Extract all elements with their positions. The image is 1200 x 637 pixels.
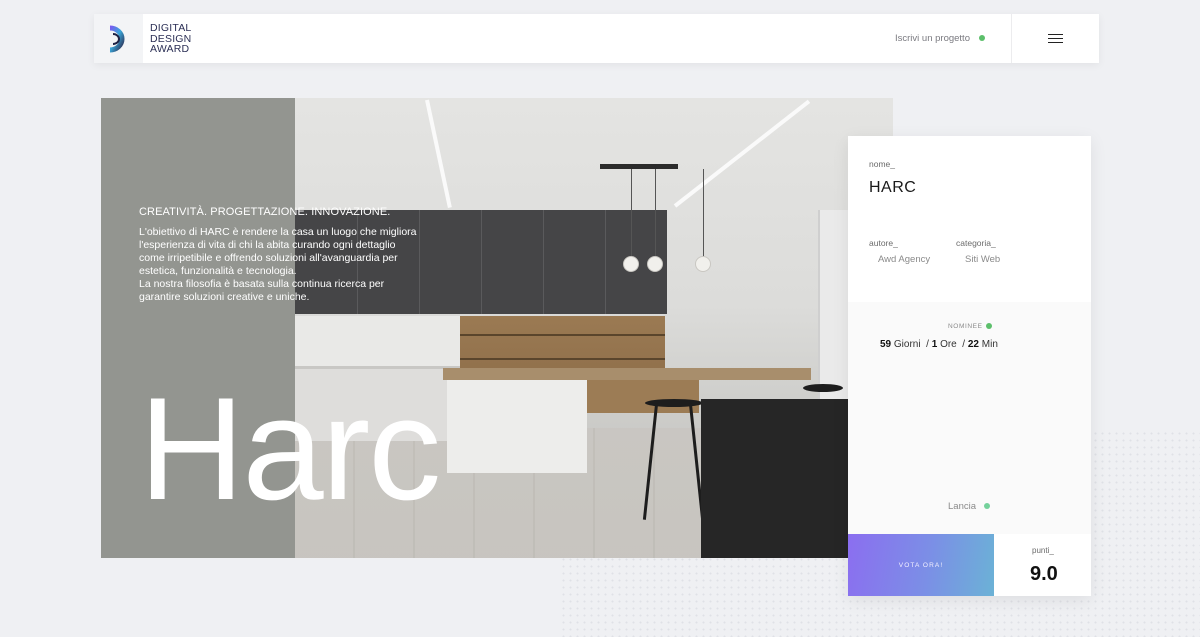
logo-wordmark[interactable]: DIGITAL DESIGN AWARD <box>150 23 191 55</box>
author-link[interactable]: Awd Agency <box>878 254 930 265</box>
countdown-days-unit: Giorni <box>893 339 921 350</box>
hero-title: Harc <box>139 367 441 530</box>
logo-icon <box>109 25 124 52</box>
points-label: punti_ <box>1032 546 1054 555</box>
card-details: nome_ HARC autore_ Awd Agency categoria_… <box>848 136 1091 302</box>
countdown-hours-unit: Ore <box>940 339 957 350</box>
author-label: autore_ <box>869 238 898 248</box>
countdown-minutes-unit: Min <box>981 339 998 350</box>
logo-line: DIGITAL <box>150 22 192 34</box>
nominee-dot-icon <box>986 323 992 329</box>
hero-tagline: CREATIVITÀ. PROGETTAZIONE. INNOVAZIONE. <box>139 206 391 218</box>
category-link[interactable]: Siti Web <box>965 254 1000 265</box>
countdown-timer: 59 Giorni / 1 Ore / 22 Min <box>880 339 998 350</box>
status-badge: NOMINEE <box>948 323 983 330</box>
countdown-hours: 1 <box>931 339 938 350</box>
logo-mark[interactable] <box>94 14 143 63</box>
hero-description-line: garantire soluzioni creative e uniche. <box>139 290 310 303</box>
hero-section: CREATIVITÀ. PROGETTAZIONE. INNOVAZIONE. … <box>101 98 893 558</box>
countdown-separator: / <box>926 339 929 350</box>
project-info-card: nome_ HARC autore_ Awd Agency categoria_… <box>848 136 1091 596</box>
top-header: DIGITAL DESIGN AWARD Iscrivi un progetto <box>94 14 1099 63</box>
hero-description-line: come irripetibile e offrendo soluzioni a… <box>139 251 398 264</box>
submit-project-link[interactable]: Iscrivi un progetto <box>895 33 970 44</box>
countdown-days: 59 <box>880 339 892 350</box>
hero-description-line: La nostra filosofia è basata sulla conti… <box>139 277 385 290</box>
score-box: punti_ 9.0 <box>994 534 1091 596</box>
menu-button[interactable] <box>1012 14 1099 63</box>
launch-label: Lancia <box>948 501 976 512</box>
category-label: categoria_ <box>956 238 996 248</box>
hero-description-line: estetica, funzionalità e tecnologia. <box>139 264 297 277</box>
vote-now-button[interactable]: VOTA ORA! <box>848 534 994 596</box>
countdown-separator: / <box>962 339 966 350</box>
card-status: NOMINEE 59 Giorni / 1 Ore / 22 Min Lanci… <box>848 302 1091 534</box>
launch-dot-icon <box>984 503 990 509</box>
hero-description-line: L'obiettivo di HARC è rendere la casa un… <box>139 226 417 238</box>
countdown-minutes: 22 <box>967 339 979 350</box>
hamburger-menu-icon <box>1048 31 1063 46</box>
hero-description-line: l'esperienza di vita di chi la abita cur… <box>139 238 396 251</box>
points-value: 9.0 <box>1030 563 1058 585</box>
status-dot-icon <box>979 35 985 41</box>
project-name: HARC <box>869 179 917 196</box>
hero-description: L'obiettivo di HARC è rendere la casa un… <box>139 226 439 303</box>
logo-line: AWARD <box>150 43 190 55</box>
name-label: nome_ <box>869 159 895 169</box>
